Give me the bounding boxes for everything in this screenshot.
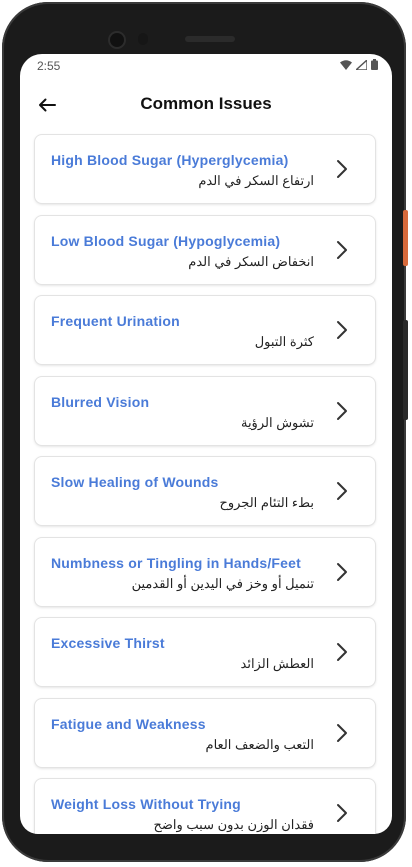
issues-list: High Blood Sugar (Hyperglycemia) ارتفاع ا…	[35, 135, 377, 834]
issue-title-ar: العطش الزائد	[240, 656, 315, 671]
issue-card[interactable]: Numbness or Tingling in Hands/Feet تنميل …	[35, 537, 375, 606]
power-button	[403, 210, 408, 266]
chevron-right-icon	[337, 321, 347, 339]
issue-card[interactable]: Blurred Vision تشوش الرؤية	[35, 376, 375, 445]
front-camera	[110, 33, 124, 47]
issue-title-en: High Blood Sugar (Hyperglycemia)	[51, 152, 289, 168]
issue-card[interactable]: High Blood Sugar (Hyperglycemia) ارتفاع ا…	[35, 135, 375, 203]
issue-title-ar: تشوش الرؤية	[240, 414, 314, 430]
phone-frame: 2:55 Common Issues High Blood Sugar (Hyp…	[2, 2, 406, 862]
proximity-sensor	[138, 33, 148, 45]
chevron-right-icon	[337, 723, 347, 742]
chevron-right-icon	[337, 401, 347, 420]
status-bar: 2:55	[20, 54, 392, 78]
issue-title-ar: ارتفاع السكر في الدم	[198, 173, 314, 188]
chevron-right-icon	[337, 240, 347, 259]
status-icons	[340, 59, 378, 70]
issue-card[interactable]: Low Blood Sugar (Hypoglycemia) انخفاض الس…	[35, 215, 375, 284]
issue-card[interactable]: Slow Healing of Wounds بطء التئام الجروح	[35, 457, 375, 525]
issue-title-en: Frequent Urination	[51, 313, 180, 329]
issue-title-en: Numbness or Tingling in Hands/Feet	[51, 554, 302, 571]
issue-title-en: Slow Healing of Wounds	[51, 474, 219, 490]
issue-card[interactable]: Weight Loss Without Trying فقدان الوزن بد…	[35, 779, 375, 834]
signal-icon	[356, 59, 367, 70]
wifi-icon	[340, 59, 352, 70]
issue-title-ar: انخفاض السكر في الدم	[188, 253, 314, 269]
issue-title-en: Low Blood Sugar (Hypoglycemia)	[51, 232, 281, 249]
status-time: 2:55	[37, 59, 61, 73]
issue-title-ar: كثرة التبول	[254, 334, 314, 349]
volume-button	[403, 320, 408, 420]
issue-title-en: Excessive Thirst	[51, 635, 165, 651]
issue-card[interactable]: Frequent Urination كثرة التبول	[35, 296, 375, 364]
battery-icon	[371, 59, 378, 70]
issue-title-en: Fatigue and Weakness	[51, 715, 206, 732]
issue-title-ar: فقدان الوزن بدون سبب واضح	[153, 817, 314, 832]
chevron-right-icon	[337, 643, 347, 661]
chevron-right-icon	[337, 482, 347, 500]
issue-card[interactable]: Fatigue and Weakness التعب والضعف العام	[35, 698, 375, 767]
issue-title-ar: تنميل أو وخز في اليدين أو القدمين	[131, 575, 314, 591]
issue-title-en: Blurred Vision	[51, 393, 150, 410]
issue-title-ar: التعب والضعف العام	[205, 736, 314, 752]
issue-title-en: Weight Loss Without Trying	[51, 796, 241, 812]
issue-card[interactable]: Excessive Thirst العطش الزائد	[35, 618, 375, 686]
chevron-right-icon	[337, 562, 347, 581]
issue-title-ar: بطء التئام الجروح	[219, 495, 314, 510]
earpiece-speaker	[185, 36, 235, 42]
app-screen: 2:55 Common Issues High Blood Sugar (Hyp…	[20, 54, 392, 834]
page-title: Common Issues	[140, 94, 272, 113]
chevron-right-icon	[337, 160, 347, 178]
chevron-right-icon	[337, 804, 347, 822]
app-bar: Common Issues	[20, 80, 392, 128]
